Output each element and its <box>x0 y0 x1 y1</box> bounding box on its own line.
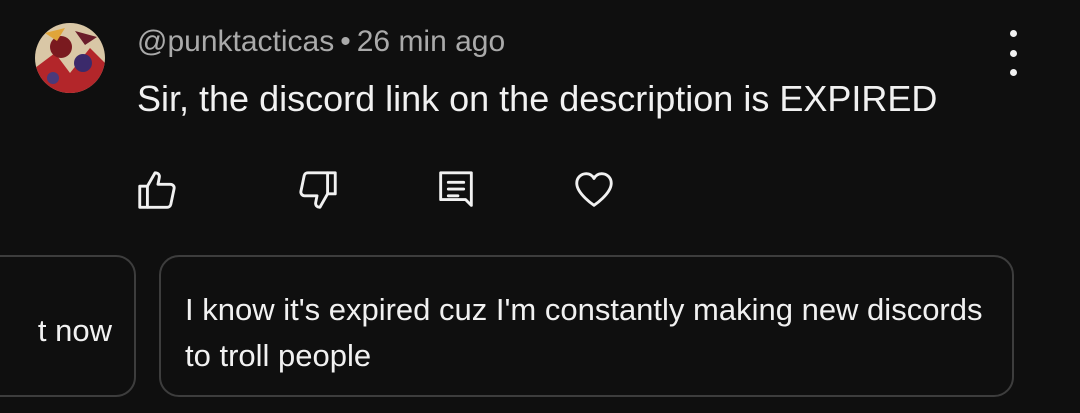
reply-button[interactable] <box>428 162 484 218</box>
avatar-image <box>35 23 105 93</box>
dislike-icon <box>299 171 337 209</box>
suggested-reply-card[interactable]: I know it's expired cuz I'm constantly m… <box>159 255 1014 397</box>
reply-icon <box>439 171 473 207</box>
suggested-reply-text: t now <box>37 313 112 348</box>
dislike-button[interactable] <box>290 162 346 218</box>
suggested-reply-text: I know it's expired cuz I'm constantly m… <box>185 292 983 373</box>
avatar[interactable] <box>35 23 105 93</box>
like-button[interactable] <box>129 162 185 218</box>
more-options-icon[interactable] <box>996 30 1030 76</box>
comment-meta: @punktacticas • 26 min ago <box>137 25 505 59</box>
comment-time: 26 min ago <box>356 25 506 58</box>
meta-separator: • <box>340 25 351 58</box>
suggested-reply-card[interactable]: t now <box>0 255 136 397</box>
author-handle[interactable]: @punktacticas <box>137 25 334 58</box>
like-icon <box>138 171 176 209</box>
heart-icon <box>575 172 613 207</box>
comment-text: Sir, the discord link on the description… <box>137 78 938 119</box>
heart-button[interactable] <box>566 162 622 218</box>
